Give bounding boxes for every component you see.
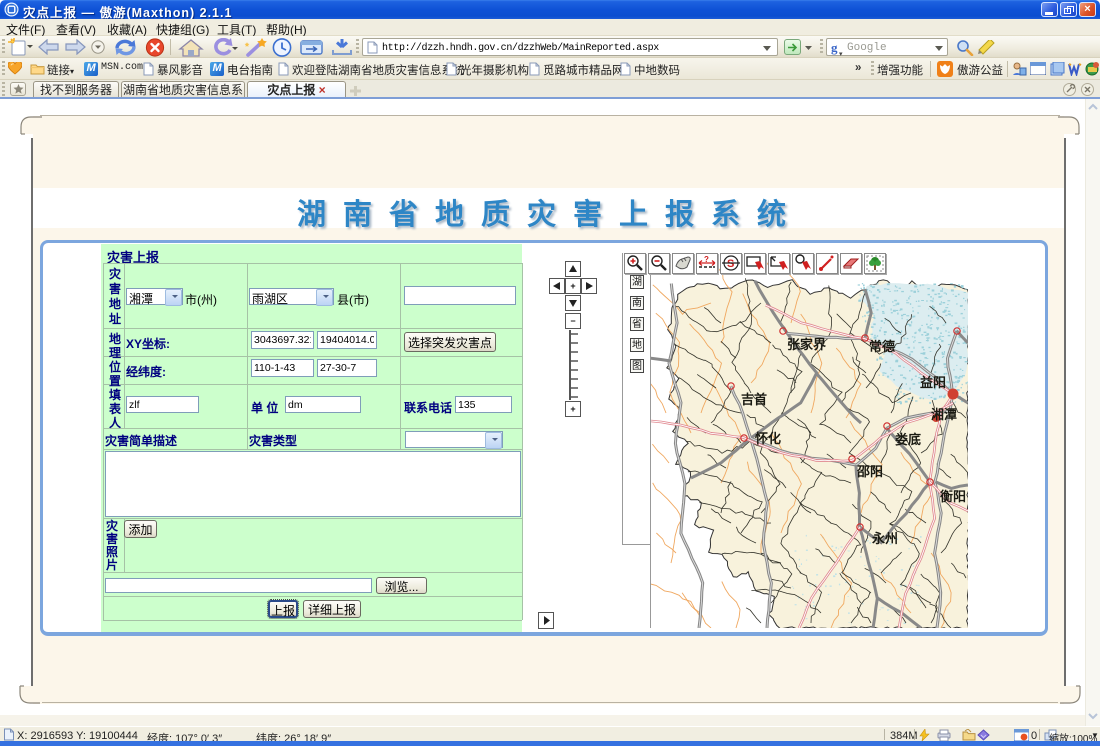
svg-text:娄底: 娄底 <box>895 432 921 447</box>
svg-text:张家界: 张家界 <box>787 337 826 352</box>
svg-text:吉首: 吉首 <box>741 392 767 407</box>
svg-text:永州: 永州 <box>871 531 898 546</box>
svg-text:S: S <box>727 258 734 270</box>
svg-text:益阳: 益阳 <box>920 375 946 390</box>
svg-text:邵阳: 邵阳 <box>856 464 883 479</box>
svg-text:常德: 常德 <box>869 339 895 354</box>
svg-text:湘潭: 湘潭 <box>931 407 957 422</box>
svg-text:衡阳: 衡阳 <box>940 489 966 504</box>
svg-text:怀化: 怀化 <box>755 431 781 446</box>
svg-text:?: ? <box>704 255 709 264</box>
